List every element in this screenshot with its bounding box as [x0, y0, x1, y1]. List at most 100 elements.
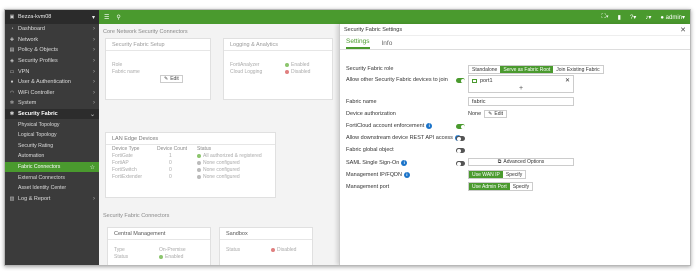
sidebar-item-log-report[interactable]: ▥ Log & Report › — [5, 194, 99, 205]
network-icon: ✚ — [9, 36, 15, 43]
sidebar-item-system[interactable]: ✲ System › — [5, 98, 99, 109]
sidebar-item-security-fabric[interactable]: ✱ Security Fabric ⌄ — [5, 108, 99, 120]
allow-join-toggle[interactable] — [456, 78, 465, 83]
background-page: Core Network Security Connectors Securit… — [99, 24, 339, 265]
remove-icon[interactable]: ✕ — [565, 77, 570, 84]
close-icon[interactable]: ✕ — [680, 26, 686, 34]
sidebar-subitem-security-rating[interactable]: Security Rating — [5, 141, 99, 152]
row-value: On-Premise — [159, 246, 186, 253]
row-value: Enabled — [291, 61, 310, 68]
sidebar-subitem-physical-topology[interactable]: Physical Topology — [5, 119, 99, 130]
fabric-settings-dialog: Security Fabric Settings ✕ Settings Info… — [339, 24, 690, 265]
mgmt-port-specify[interactable]: Specify — [510, 183, 532, 190]
row-value: Disabled — [291, 68, 311, 75]
global-object-toggle[interactable] — [456, 148, 465, 153]
dashboard-icon: ◔ — [10, 26, 14, 33]
username: admin — [665, 14, 682, 21]
sidebar-item-dashboard[interactable]: ◔ Dashboard › — [5, 24, 99, 35]
sidebar-item-label: System — [18, 100, 37, 107]
column-header: Device Count — [157, 145, 188, 152]
forticloud-toggle[interactable] — [456, 124, 465, 129]
interface-list[interactable]: port1 ✕ + — [468, 75, 574, 93]
device-auth-control: None ✎ Edit — [468, 110, 507, 118]
downstream-toggle[interactable] — [456, 136, 465, 141]
device-auth-edit-button[interactable]: ✎ Edit — [484, 110, 507, 118]
cell: 0 — [169, 166, 172, 173]
help-icon[interactable]: ?▾ — [630, 14, 636, 21]
advanced-options-control: ⧉ Advanced Options — [468, 158, 574, 166]
fortigate-icon: ▣ — [9, 14, 15, 20]
user-menu[interactable]: ● admin▾ — [660, 14, 685, 21]
sidebar-item-policy[interactable]: ▤ Policy & Objects › — [5, 45, 99, 56]
sidebar-subitem-asset-identity[interactable]: Asset Identity Center — [5, 183, 99, 194]
interface-entry: port1 — [472, 78, 493, 84]
sidebar-subitem-automation[interactable]: Automation — [5, 151, 99, 162]
row-label: Fabric name — [112, 68, 140, 75]
mgmt-port-segmented: Use Admin Port Specify — [468, 182, 534, 191]
status-dot — [197, 174, 201, 179]
sidebar-item-user-auth[interactable]: ● User & Authentication › — [5, 77, 99, 88]
sidebar: ▣ Bezza-kvm08 ▾ ◔ Dashboard › ✚ Network › ▤ P… — [5, 10, 99, 265]
forticloud-label: FortiCloud account enforcement — [346, 123, 425, 129]
role-option-standalone[interactable]: Standalone — [469, 66, 500, 73]
search-icon[interactable]: ⚲ — [116, 14, 120, 21]
mgmt-ip-label: Management IP/FQDN — [346, 172, 402, 178]
device-name: Bezza-kvm08 — [18, 14, 52, 20]
sidebar-item-network[interactable]: ✚ Network › — [5, 35, 99, 46]
menu-icon[interactable]: ☰ — [104, 14, 109, 21]
info-icon[interactable]: i — [403, 172, 410, 178]
mgmt-port-use-admin[interactable]: Use Admin Port — [469, 183, 510, 190]
tab-info[interactable]: Info — [382, 40, 393, 49]
row-label: Type — [114, 246, 125, 253]
chevron-right-icon: › — [93, 195, 95, 202]
bell-icon[interactable]: ♪▾ — [645, 14, 651, 21]
status-dot — [197, 160, 201, 165]
card-sandbox: Sandbox Status Disabled — [219, 227, 313, 265]
info-icon[interactable]: i — [401, 160, 408, 166]
mgmt-ip-specify[interactable]: Specify — [503, 171, 525, 178]
sidebar-item-vpn[interactable]: ▭ VPN › — [5, 66, 99, 77]
card-logging-analytics: Logging & Analytics FortiAnalyzer Enabled… — [223, 38, 333, 100]
fabric-name-input[interactable]: fabric — [468, 97, 574, 106]
info-icon[interactable]: i — [426, 123, 433, 129]
advanced-options-button[interactable]: ⧉ Advanced Options — [468, 158, 574, 166]
row-value: Enabled — [165, 253, 184, 260]
role-selector: Standalone Serve as Fabric Root Join Exi… — [468, 65, 604, 74]
mgmt-port-label: Management port — [346, 184, 390, 190]
mgmt-ip-use-wan[interactable]: Use WAN IP — [469, 171, 503, 178]
sidebar-item-label: User & Authentication — [18, 79, 71, 86]
sidebar-subitem-logical-topology[interactable]: Logical Topology — [5, 130, 99, 141]
sidebar-item-security-profiles[interactable]: ◈ Security Profiles › — [5, 56, 99, 67]
status-dot — [285, 62, 289, 67]
cell: None configured — [203, 166, 240, 173]
add-icon[interactable]: + — [519, 85, 523, 92]
chevron-right-icon: › — [93, 79, 95, 86]
row-label: Role — [112, 61, 123, 68]
forticloud-label-group: FortiCloud account enforcement i — [346, 123, 433, 129]
mgmt-ip-label-group: Management IP/FQDN i — [346, 172, 410, 178]
saml-toggle[interactable] — [456, 161, 465, 166]
log-icon: ▥ — [9, 195, 15, 202]
allow-join-label: Allow other Security Fabric devices to j… — [346, 77, 448, 83]
star-icon[interactable]: ☆ — [90, 164, 95, 171]
edit-button[interactable]: ✎ Edit — [160, 75, 183, 83]
tab-settings[interactable]: Settings — [346, 38, 370, 49]
role-option-fabric-root[interactable]: Serve as Fabric Root — [500, 66, 554, 73]
status-dot — [197, 167, 201, 172]
interface-name: port1 — [480, 78, 493, 84]
fabric-topology-icon[interactable]: ⛶▾ — [602, 14, 609, 21]
terminal-icon[interactable]: ▮ — [618, 14, 621, 21]
cell: FortiGate — [112, 152, 133, 159]
sidebar-subitem-fabric-connectors[interactable]: Fabric Connectors ☆ — [5, 161, 99, 173]
device-selector[interactable]: ▣ Bezza-kvm08 ▾ — [5, 10, 99, 24]
card-row: Cloud Logging Disabled — [224, 68, 332, 75]
card-row: Status Enabled — [108, 253, 210, 260]
saml-label-group: SAML Single Sign-On i — [346, 160, 408, 166]
sidebar-item-wifi[interactable]: ◠ WiFi Controller › — [5, 88, 99, 99]
sidebar-subitem-external-connectors[interactable]: External Connectors — [5, 172, 99, 183]
row-value: Disabled — [277, 246, 297, 253]
role-option-join-existing[interactable]: Join Existing Fabric — [553, 66, 602, 73]
port-icon — [472, 79, 477, 83]
status-dot — [271, 247, 275, 252]
external-link-icon: ⧉ — [497, 159, 502, 165]
